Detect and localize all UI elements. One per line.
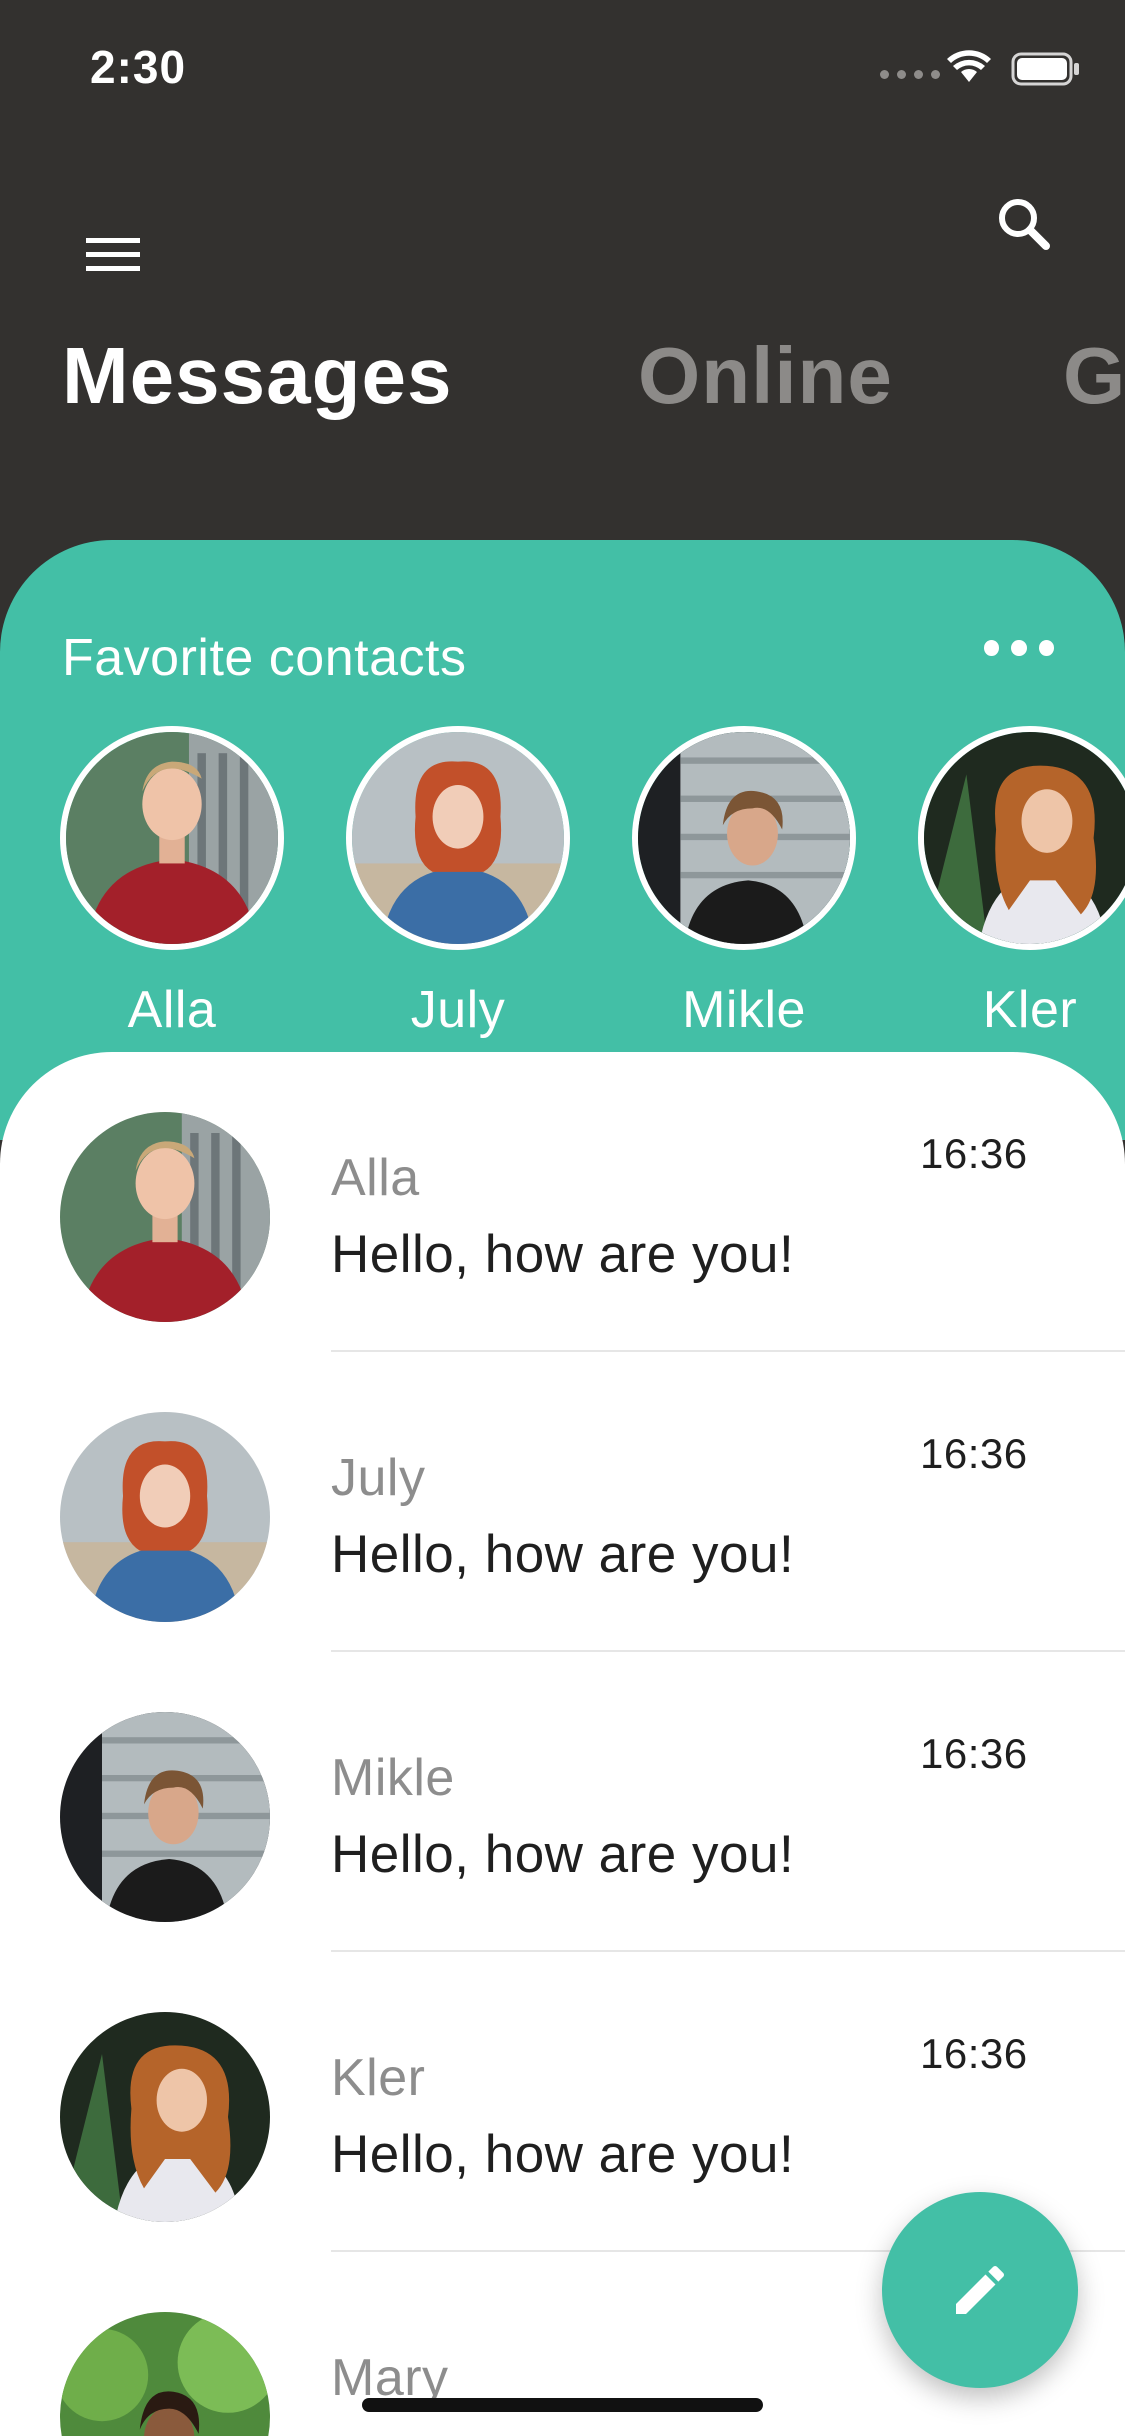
favorite-contact-name: Kler [982,981,1078,1039]
chat-timestamp: 16:36 [920,1730,1028,1777]
chat-sender-name: Kler [331,2049,426,2107]
favorite-contact-name: Alla [127,981,217,1039]
tab-messages[interactable]: Messages [62,330,452,422]
wifi-icon [947,50,991,82]
avatar [60,2312,270,2436]
status-time: 2:30 [90,41,187,93]
hamburger-menu-icon[interactable] [70,190,156,276]
chat-sender-name: July [331,1449,426,1507]
avatar [60,2012,270,2222]
favorite-contacts-panel: Favorite contacts Alla July Mikle Kler [0,540,1125,1140]
app-bar [0,150,1125,280]
search-icon[interactable] [980,180,1066,266]
favorite-contact-mikle[interactable]: Mikle [629,726,859,1040]
favorite-contact-july[interactable]: July [343,726,573,1040]
chat-list-item[interactable]: July Hello, how are you! 16:36 [0,1352,1125,1652]
avatar [346,726,570,950]
compose-button[interactable] [882,2192,1078,2388]
tab-online[interactable]: Online [638,330,893,422]
battery-icon [1011,52,1079,86]
favorite-contacts-title: Favorite contacts [62,629,467,687]
chat-last-message: Hello, how are you! [331,1525,795,1584]
chat-sender-name: Mikle [331,1749,455,1807]
chat-last-message: Hello, how are you! [331,2125,795,2184]
avatar [60,1112,270,1322]
avatar [60,726,284,950]
more-horizontal-icon[interactable] [984,640,1054,670]
cellular-signal-icon [880,70,940,79]
home-indicator [362,2398,763,2412]
avatar [60,1412,270,1622]
status-bar: 2:30 [0,0,1125,140]
pencil-edit-icon [956,2265,1005,2314]
category-tabs: Messages Online G [0,330,1125,460]
chat-last-message: Hello, how are you! [331,1225,795,1284]
avatar [918,726,1125,950]
favorite-contact-name: Mikle [682,981,806,1039]
chat-list-item[interactable]: Mikle Hello, how are you! 16:36 [0,1652,1125,1952]
chat-timestamp: 16:36 [920,1130,1028,1177]
avatar [632,726,856,950]
chat-timestamp: 16:36 [920,2030,1028,2077]
favorite-contact-name: July [410,981,506,1039]
chat-list-item[interactable]: Alla Hello, how are you! 16:36 [0,1052,1125,1352]
chat-last-message: Hello, how are you! [331,1825,795,1884]
chat-sender-name: Alla [331,1149,420,1207]
avatar [60,1712,270,1922]
favorite-contact-alla[interactable]: Alla [57,726,287,1040]
favorite-contact-kler[interactable]: Kler [915,726,1125,1040]
tab-groups[interactable]: G [1063,330,1125,422]
chat-timestamp: 16:36 [920,1430,1028,1477]
